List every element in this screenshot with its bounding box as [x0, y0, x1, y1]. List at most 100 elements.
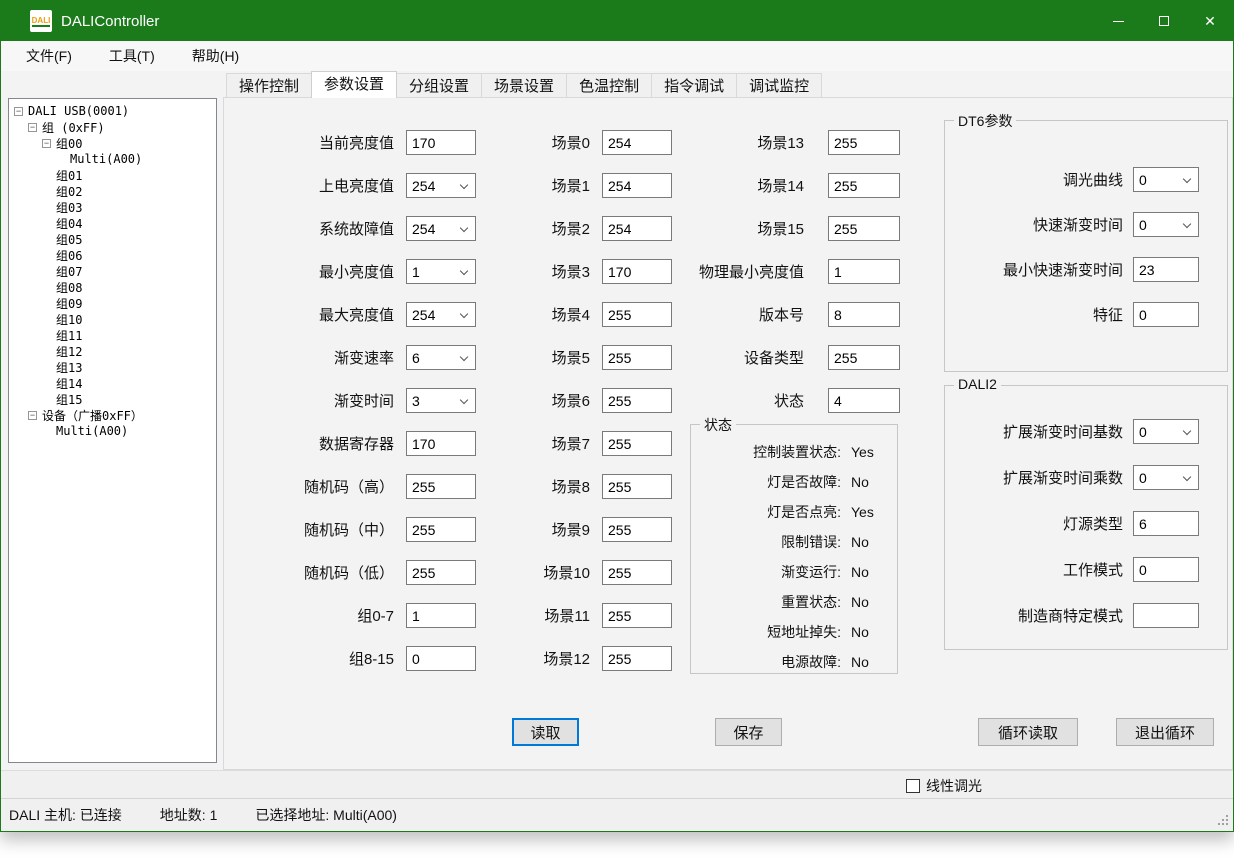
tree-item[interactable]: 组09	[9, 295, 216, 311]
power-failure-label: 电源故障:	[691, 652, 841, 672]
scene-10-input[interactable]	[602, 560, 672, 585]
tab-6[interactable]: 指令调试	[651, 73, 737, 98]
scene-15-input[interactable]	[828, 216, 900, 241]
collapse-minus-icon[interactable]: −	[42, 139, 51, 148]
field-row-scene-6: 场景6	[446, 388, 672, 413]
scene-14-input[interactable]	[828, 173, 900, 198]
tree-item-label: DALI USB(0001)	[28, 104, 129, 118]
tree-item-label: Multi(A00)	[56, 424, 128, 438]
scene-7-input[interactable]	[602, 431, 672, 456]
close-button[interactable]: ✕	[1187, 1, 1233, 41]
linear-dimming-checkbox[interactable]: 线性调光	[906, 776, 982, 796]
tree-item[interactable]: 组13	[9, 359, 216, 375]
scene-5-label: 场景5	[446, 347, 590, 368]
scene-9-input[interactable]	[602, 517, 672, 542]
minimize-button[interactable]	[1095, 1, 1141, 41]
ext-fade-time-base-select[interactable]: 0	[1133, 419, 1199, 444]
reset-state-value: No	[851, 594, 869, 610]
tab-3[interactable]: 分组设置	[396, 73, 482, 98]
parameter-settings-panel: 当前亮度值上电亮度值254系统故障值254最小亮度值1最大亮度值254渐变速率6…	[223, 97, 1233, 770]
menu-file[interactable]: 文件(F)	[14, 42, 84, 70]
features-label: 特征	[945, 304, 1133, 325]
status-value-label: 状态	[654, 390, 804, 411]
tree-item[interactable]: 组03	[9, 199, 216, 215]
tab-1[interactable]: 操作控制	[226, 73, 312, 98]
tree-item-label: 组03	[56, 199, 82, 216]
tab-4[interactable]: 场景设置	[481, 73, 567, 98]
lamp-on-label: 灯是否点亮:	[691, 502, 841, 522]
dimming-curve-select[interactable]: 0	[1133, 167, 1199, 192]
exit-loop-button[interactable]: 退出循环	[1116, 718, 1214, 746]
tree-item[interactable]: −DALI USB(0001)	[9, 103, 216, 119]
menu-tools[interactable]: 工具(T)	[97, 42, 167, 70]
manufacturer-mode-input[interactable]	[1133, 603, 1199, 628]
dimming-curve-label: 调光曲线	[945, 169, 1133, 190]
tree-item[interactable]: Multi(A00)	[9, 423, 216, 439]
tab-2[interactable]: 参数设置	[311, 71, 397, 98]
scene-misc-column: 场景13场景14场景15物理最小亮度值版本号设备类型状态	[654, 130, 900, 431]
collapse-minus-icon[interactable]: −	[28, 123, 37, 132]
operating-mode-input[interactable]	[1133, 557, 1199, 582]
light-source-type-input[interactable]	[1133, 511, 1199, 536]
tree-item[interactable]: 组05	[9, 231, 216, 247]
min-fast-fade-time-label: 最小快速渐变时间	[945, 259, 1133, 280]
features-input[interactable]	[1133, 302, 1199, 327]
field-row-light-source-type: 灯源类型	[945, 511, 1227, 536]
chevron-down-icon	[1183, 473, 1191, 481]
tree-item[interactable]: 组11	[9, 327, 216, 343]
status-value-input[interactable]	[828, 388, 900, 413]
loop-read-button[interactable]: 循环读取	[978, 718, 1078, 746]
field-row-fast-fade-time: 快速渐变时间0	[945, 212, 1227, 237]
scene-12-input[interactable]	[602, 646, 672, 671]
scene-8-input[interactable]	[602, 474, 672, 499]
fast-fade-time-select[interactable]: 0	[1133, 212, 1199, 237]
version-number-input[interactable]	[828, 302, 900, 327]
field-row-power-on-brightness: 上电亮度值254	[236, 173, 476, 198]
operating-mode-label: 工作模式	[945, 559, 1133, 580]
tree-item[interactable]: −设备（广播0xFF）	[9, 407, 216, 423]
read-button[interactable]: 读取	[512, 718, 579, 746]
field-row-scene-10: 场景10	[446, 560, 672, 585]
collapse-minus-icon[interactable]: −	[28, 411, 37, 420]
ext-fade-time-multiplier-select[interactable]: 0	[1133, 465, 1199, 490]
physical-min-brightness-input[interactable]	[828, 259, 900, 284]
tree-item[interactable]: 组07	[9, 263, 216, 279]
tree-item[interactable]: 组02	[9, 183, 216, 199]
tree-item[interactable]: −组00	[9, 135, 216, 151]
resize-grip[interactable]	[1217, 814, 1230, 827]
tree-item[interactable]: 组10	[9, 311, 216, 327]
tree-item[interactable]: −组 (0xFF)	[9, 119, 216, 135]
status-row-lamp-on: 灯是否点亮:Yes	[691, 497, 897, 527]
field-row-version-number: 版本号	[654, 302, 900, 327]
window-title: DALIController	[61, 13, 159, 30]
group-0-7-label: 组0-7	[236, 605, 394, 626]
field-row-physical-min-brightness: 物理最小亮度值	[654, 259, 900, 284]
field-row-dimming-curve: 调光曲线0	[945, 167, 1227, 192]
scene-13-input[interactable]	[828, 130, 900, 155]
maximize-button[interactable]	[1141, 1, 1187, 41]
ext-fade-time-multiplier-value: 0	[1139, 470, 1147, 486]
close-icon: ✕	[1204, 14, 1216, 28]
tree-item[interactable]: 组14	[9, 375, 216, 391]
tab-5[interactable]: 色温控制	[566, 73, 652, 98]
tree-item[interactable]: 组08	[9, 279, 216, 295]
field-row-scene-3: 场景3	[446, 259, 672, 284]
scene-12-label: 场景12	[446, 648, 590, 669]
tree-item[interactable]: 组12	[9, 343, 216, 359]
tree-item[interactable]: 组06	[9, 247, 216, 263]
min-fast-fade-time-input[interactable]	[1133, 257, 1199, 282]
tree-item[interactable]: 组04	[9, 215, 216, 231]
menu-help[interactable]: 帮助(H)	[180, 42, 251, 70]
tree-item[interactable]: Multi(A00)	[9, 151, 216, 167]
tree-item[interactable]: 组15	[9, 391, 216, 407]
tab-7[interactable]: 调试监控	[736, 73, 822, 98]
limit-error-label: 限制错误:	[691, 532, 841, 552]
menubar: 文件(F) 工具(T) 帮助(H)	[1, 41, 1233, 71]
current-brightness-label: 当前亮度值	[236, 132, 394, 153]
collapse-minus-icon[interactable]: −	[14, 107, 23, 116]
device-type-input[interactable]	[828, 345, 900, 370]
save-button[interactable]: 保存	[715, 718, 782, 746]
scene-11-input[interactable]	[602, 603, 672, 628]
tree-item[interactable]: 组01	[9, 167, 216, 183]
physical-min-brightness-label: 物理最小亮度值	[654, 261, 804, 282]
